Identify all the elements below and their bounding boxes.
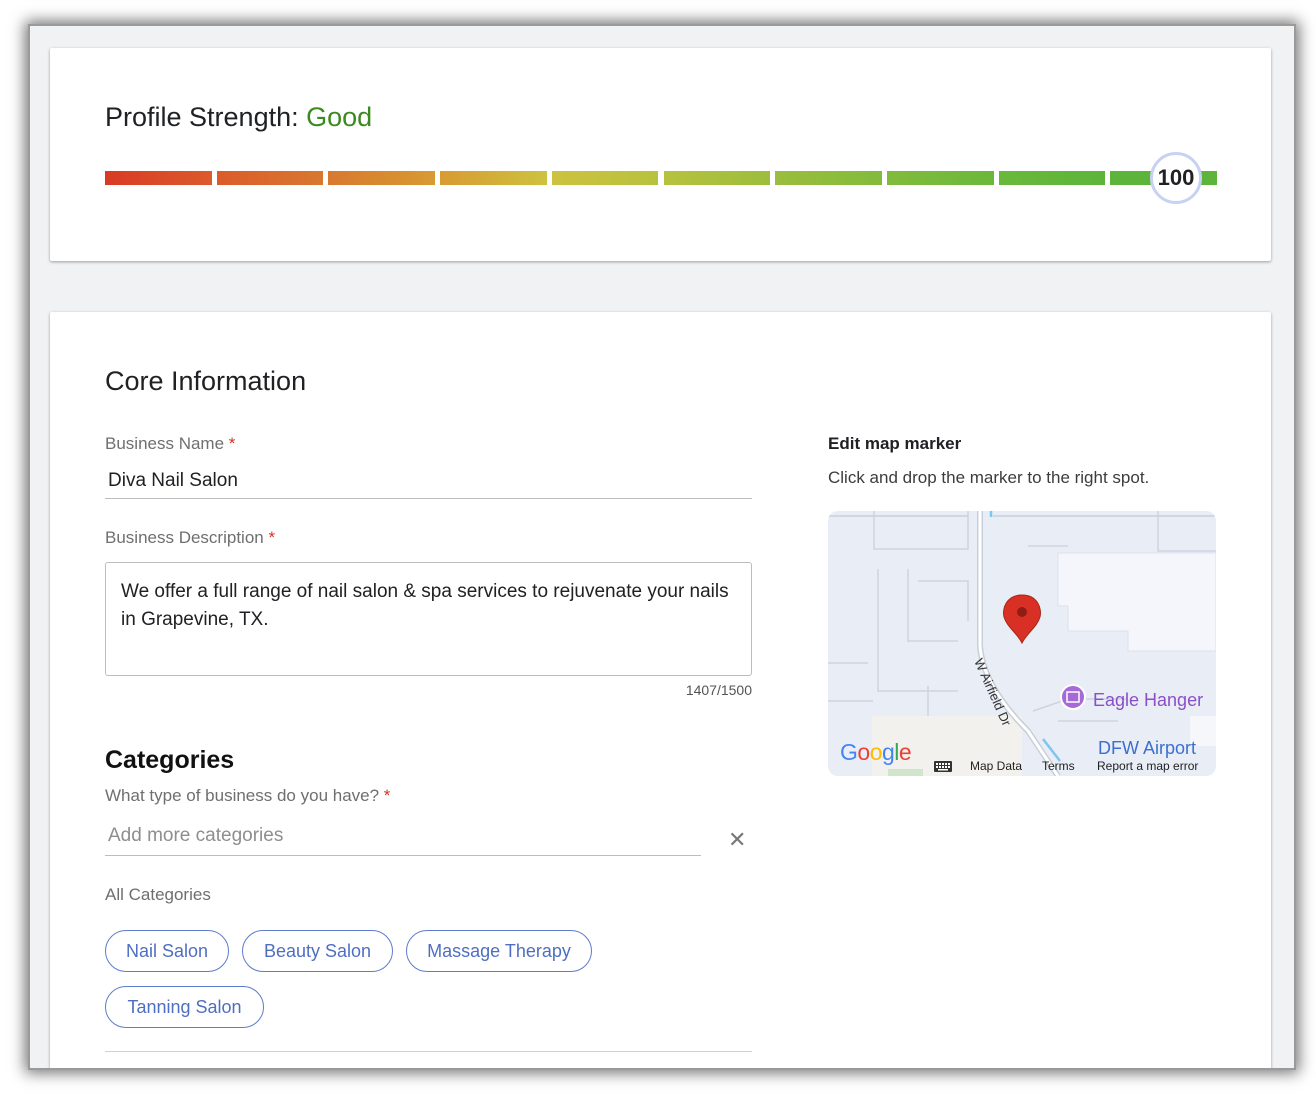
strength-segment xyxy=(663,171,771,185)
strength-meter xyxy=(105,171,1217,185)
google-logo: Google xyxy=(840,739,912,765)
strength-segment xyxy=(886,171,994,185)
profile-strength-card: Profile Strength: Good 100 xyxy=(50,48,1271,261)
required-asterisk: * xyxy=(268,528,276,547)
map-pin-icon xyxy=(1003,594,1041,645)
keyboard-icon xyxy=(934,761,952,772)
core-information-title: Core Information xyxy=(105,366,307,396)
strength-segment xyxy=(998,171,1106,185)
strength-segment xyxy=(105,171,212,185)
page-frame: Profile Strength: Good 100 Core Informat… xyxy=(30,26,1294,1068)
profile-strength-title: Profile Strength: Good xyxy=(105,102,372,133)
category-chip-beauty-salon[interactable]: Beauty Salon xyxy=(242,930,393,972)
strength-segment xyxy=(440,171,547,185)
poi-icon xyxy=(1060,684,1086,710)
strength-segment xyxy=(328,171,436,185)
close-icon[interactable]: ✕ xyxy=(728,827,746,853)
airport-label: DFW Airport xyxy=(1098,738,1196,758)
strength-segment xyxy=(551,171,659,185)
profile-strength-label: Profile Strength: xyxy=(105,102,299,132)
category-chip-massage-therapy[interactable]: Massage Therapy xyxy=(406,930,592,972)
map-data-link[interactable]: Map Data xyxy=(970,759,1022,773)
categories-title: Categories xyxy=(105,746,235,774)
categories-question: What type of business do you have? * xyxy=(105,786,391,805)
all-categories-label: All Categories xyxy=(105,885,211,904)
strength-segment xyxy=(775,171,882,185)
business-description-label: Business Description * xyxy=(105,528,276,547)
map-marker-title: Edit map marker xyxy=(828,434,962,453)
map-canvas[interactable]: W Airfield Dr Eagle Hanger DFW Airport xyxy=(828,511,1216,776)
description-char-counter: 1407/1500 xyxy=(685,682,752,698)
required-asterisk: * xyxy=(383,786,391,805)
strength-segment xyxy=(216,171,324,185)
category-chip-nail-salon[interactable]: Nail Salon xyxy=(105,930,229,972)
business-name-field-wrap xyxy=(105,466,752,499)
required-asterisk: * xyxy=(228,434,236,453)
business-description-textarea[interactable]: We offer a full range of nail salon & sp… xyxy=(105,562,752,676)
poi-label: Eagle Hanger xyxy=(1093,690,1203,710)
category-chip-tanning-salon[interactable]: Tanning Salon xyxy=(105,986,264,1028)
add-category-field-wrap xyxy=(105,821,701,856)
profile-strength-level: Good xyxy=(306,102,373,132)
map-terms-link[interactable]: Terms xyxy=(1042,759,1075,773)
business-name-input[interactable] xyxy=(105,466,752,498)
strength-score-badge: 100 xyxy=(1150,152,1202,204)
map-marker-instructions: Click and drop the marker to the right s… xyxy=(828,468,1150,487)
add-category-input[interactable] xyxy=(105,821,701,855)
map-widget[interactable]: W Airfield Dr Eagle Hanger DFW Airport G… xyxy=(828,511,1216,776)
core-information-card: Core Information Business Name * Busines… xyxy=(50,312,1271,1068)
report-map-error-link[interactable]: Report a map error xyxy=(1097,759,1198,773)
section-divider xyxy=(105,1051,752,1052)
business-name-label: Business Name * xyxy=(105,434,236,453)
